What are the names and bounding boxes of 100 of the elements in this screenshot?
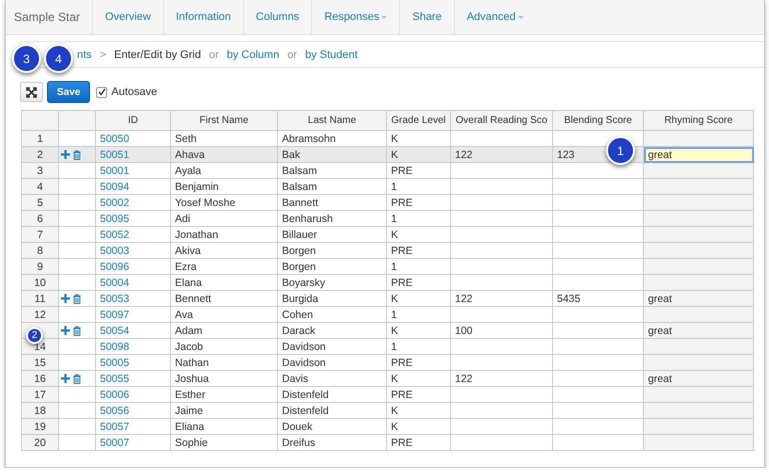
table-cell: 1 — [386, 306, 450, 322]
table-cell: Bak — [278, 146, 386, 162]
table-cell: PRE — [386, 242, 450, 258]
corner-cell — [22, 110, 58, 130]
nav-link[interactable]: Overview — [92, 0, 163, 34]
add-icon[interactable] — [61, 374, 70, 384]
breadcrumb-link[interactable]: by Student — [305, 48, 358, 60]
id-link[interactable]: 50056 — [96, 402, 170, 418]
table-cell: Benharush — [278, 210, 386, 226]
row-number: 19 — [22, 418, 58, 434]
nav-link[interactable]: Advanced — [454, 0, 536, 34]
table-cell: Ayala — [170, 162, 278, 178]
table-cell: Balsam — [278, 178, 386, 194]
table-cell: PRE — [386, 274, 450, 290]
breadcrumb-link[interactable]: nts — [77, 48, 92, 60]
table-cell: great — [644, 290, 754, 306]
column-header[interactable]: ID — [96, 110, 170, 130]
nav-link[interactable]: Information — [162, 0, 243, 34]
id-link[interactable]: 50098 — [96, 338, 170, 354]
id-link[interactable]: 50053 — [96, 290, 170, 306]
breadcrumb-link[interactable]: by Column — [226, 48, 280, 60]
id-link[interactable]: 50055 — [96, 370, 170, 386]
row-number: 3 — [22, 162, 58, 178]
table-cell: Esther — [170, 386, 278, 402]
nav-link[interactable]: Responses — [311, 0, 400, 34]
save-button[interactable]: Save — [47, 81, 90, 103]
nav-link[interactable]: Columns — [242, 0, 312, 34]
table-cell: Davis — [278, 370, 386, 386]
or-label: or — [287, 48, 298, 60]
column-header[interactable]: Rhyming Score — [644, 110, 754, 130]
id-link[interactable]: 50057 — [96, 418, 170, 434]
table-cell: K — [386, 418, 450, 434]
table-cell: 122 — [450, 146, 552, 162]
table-cell: great — [644, 322, 754, 338]
id-link[interactable]: 50003 — [96, 242, 170, 258]
id-link[interactable]: 50054 — [96, 322, 170, 338]
table-cell: K — [386, 226, 450, 242]
row-number: 1 — [22, 130, 58, 146]
table-cell: PRE — [386, 354, 450, 370]
table-cell: Adam — [170, 322, 278, 338]
table-cell: 1 — [386, 258, 450, 274]
column-header[interactable]: Overall Reading Sco — [450, 110, 552, 130]
id-link[interactable]: 50094 — [96, 178, 170, 194]
callout-badge: 4 — [44, 44, 73, 73]
add-icon[interactable] — [61, 294, 70, 304]
table-cell: Ahava — [170, 146, 278, 162]
row-number: 17 — [22, 386, 58, 402]
table-cell: K — [386, 146, 450, 162]
column-header[interactable]: Blending Score — [552, 110, 644, 130]
table-cell: Davidson — [278, 354, 386, 370]
row-number: 10 — [22, 274, 58, 290]
row-number: 15 — [22, 354, 58, 370]
trash-icon[interactable] — [72, 150, 81, 160]
row-number: 16 — [22, 370, 58, 386]
callout-badge: 3 — [12, 44, 41, 73]
table-cell: Burgida — [278, 290, 386, 306]
add-icon[interactable] — [61, 326, 70, 336]
id-link[interactable]: 50051 — [96, 146, 170, 162]
add-icon[interactable] — [61, 150, 70, 160]
table-cell: 1 — [386, 338, 450, 354]
trash-icon[interactable] — [72, 326, 81, 336]
input-field[interactable]: great — [644, 146, 754, 162]
table-cell: 1 — [386, 210, 450, 226]
column-header[interactable]: Last Name — [278, 110, 386, 130]
trash-icon[interactable] — [72, 374, 81, 384]
id-link[interactable]: 50006 — [96, 386, 170, 402]
table-cell: Borgen — [278, 242, 386, 258]
table-cell: Ava — [170, 306, 278, 322]
autosave-checkbox[interactable] — [96, 86, 108, 98]
id-link[interactable]: 50001 — [96, 162, 170, 178]
table-cell: Benjamin — [170, 178, 278, 194]
id-link[interactable]: 50096 — [96, 258, 170, 274]
table-cell: Darack — [278, 322, 386, 338]
table-cell: Balsam — [278, 162, 386, 178]
table-cell: Jacob — [170, 338, 278, 354]
callout-badge: 1 — [606, 136, 635, 165]
table-cell: Borgen — [278, 258, 386, 274]
row-number: 9 — [22, 258, 58, 274]
column-header[interactable]: Grade Level — [386, 110, 450, 130]
table-cell: Bannett — [278, 194, 386, 210]
id-link[interactable]: 50007 — [96, 434, 170, 450]
trash-icon[interactable] — [72, 294, 81, 304]
id-link[interactable]: 50004 — [96, 274, 170, 290]
id-link[interactable]: 50005 — [96, 354, 170, 370]
nav-link[interactable]: Share — [399, 0, 454, 34]
id-link[interactable]: 50052 — [96, 226, 170, 242]
expand-button[interactable] — [20, 82, 43, 102]
table-cell: PRE — [386, 194, 450, 210]
table-cell: 122 — [450, 370, 552, 386]
row-number: 18 — [22, 402, 58, 418]
table-cell: Akiva — [170, 242, 278, 258]
id-link[interactable]: 50002 — [96, 194, 170, 210]
app-title: Sample Star — [13, 9, 82, 26]
row-number: 20 — [22, 434, 58, 450]
breadcrumb-separator: > — [100, 48, 106, 60]
id-link[interactable]: 50097 — [96, 306, 170, 322]
table-cell: Nathan — [170, 354, 278, 370]
id-link[interactable]: 50095 — [96, 210, 170, 226]
table-cell: PRE — [386, 434, 450, 450]
column-header[interactable]: First Name — [170, 110, 278, 130]
